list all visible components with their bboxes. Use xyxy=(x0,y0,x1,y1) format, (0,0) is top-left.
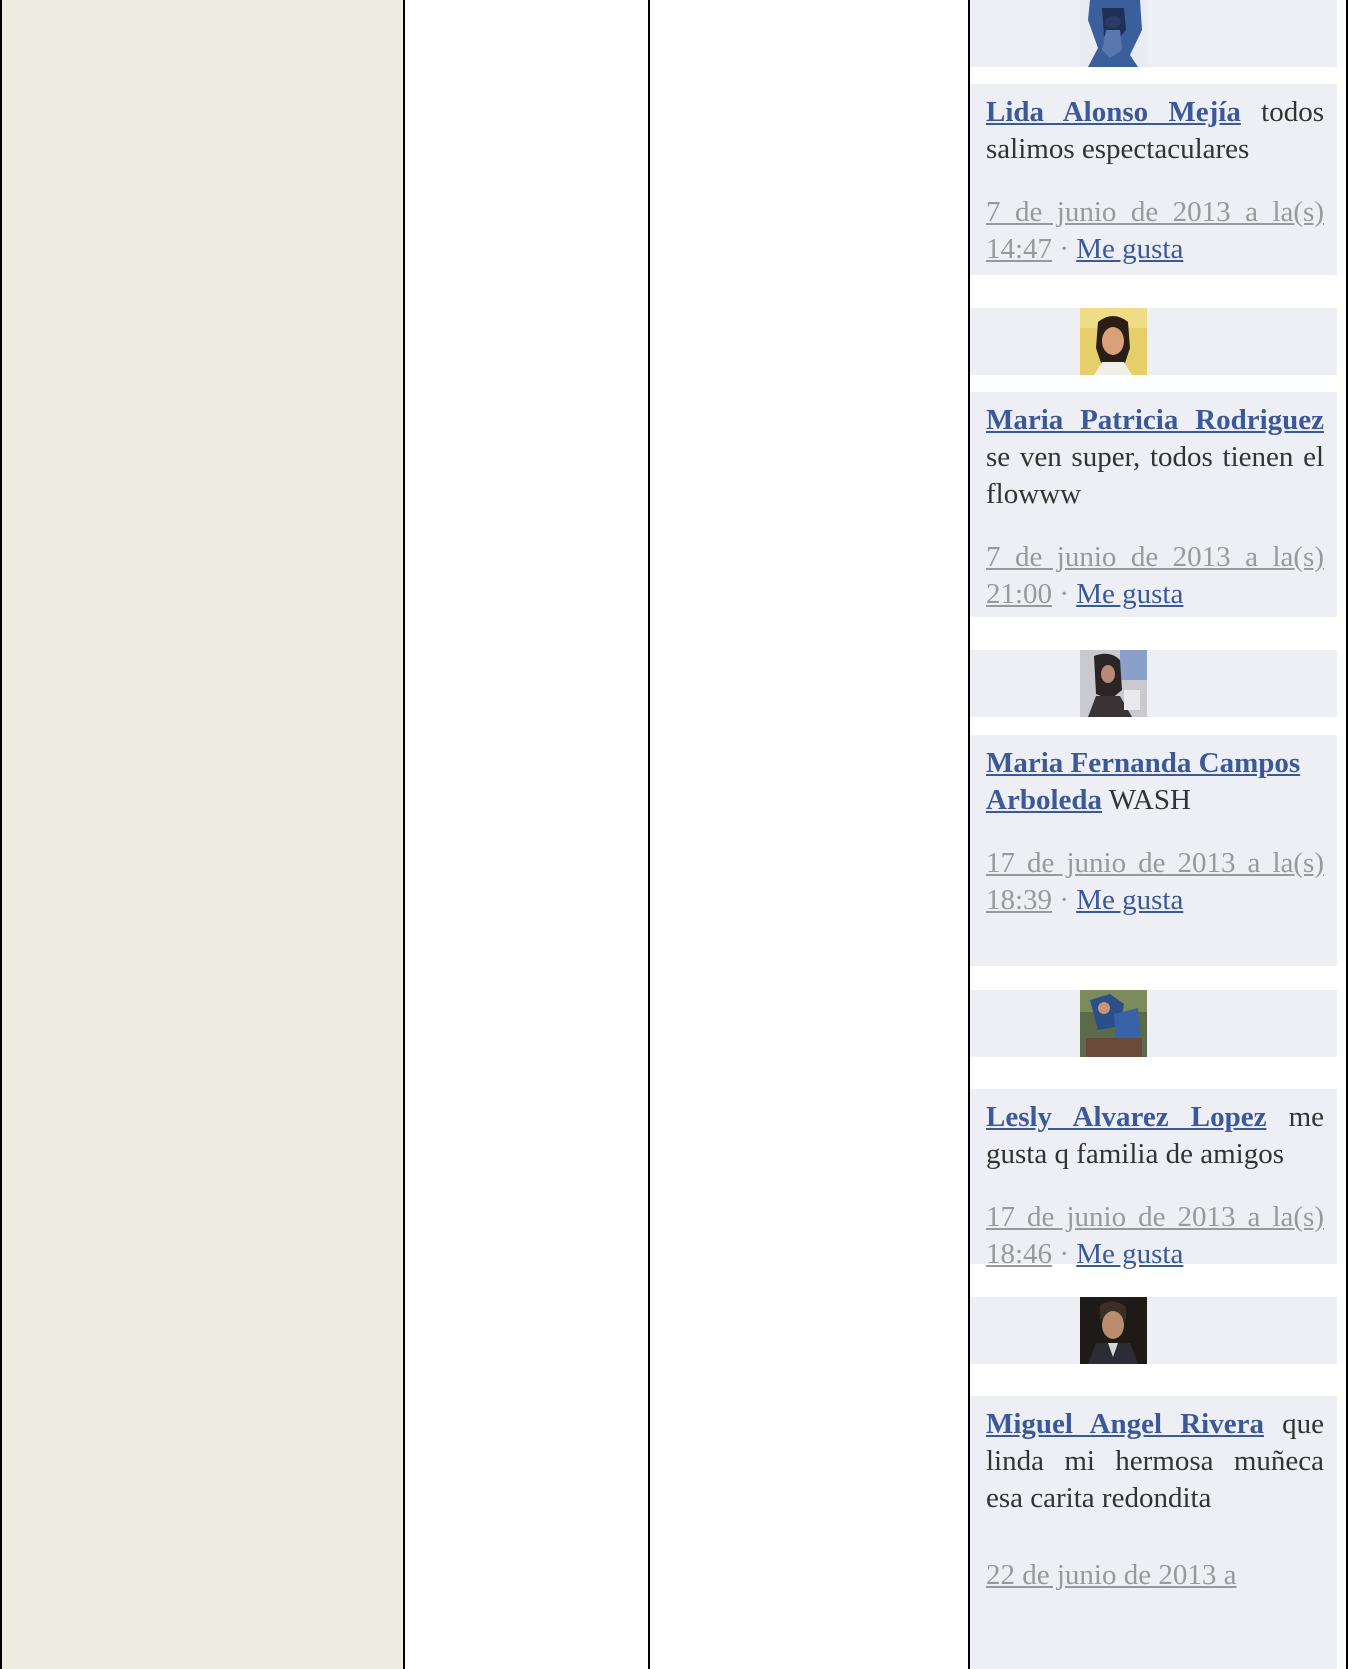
separator: · xyxy=(1052,884,1077,916)
comments-column: Lida Alonso Mejía todos salimos espectac… xyxy=(970,0,1348,1669)
separator: · xyxy=(1052,1238,1077,1270)
separator: · xyxy=(1052,233,1077,265)
user-avatar[interactable] xyxy=(1080,0,1147,67)
comment-author-link[interactable]: Maria Patricia Rodriguez xyxy=(986,404,1324,436)
comment-author-link[interactable]: Miguel Angel Rivera xyxy=(986,1408,1264,1440)
user-avatar[interactable] xyxy=(1080,1297,1147,1364)
comment-item: Lida Alonso Mejía todos salimos espectac… xyxy=(970,84,1337,275)
comment-item: Miguel Angel Rivera que linda mi hermosa… xyxy=(970,1396,1337,1669)
user-avatar[interactable] xyxy=(1080,308,1147,375)
comment-author-link[interactable]: Lesly Alvarez Lopez xyxy=(986,1101,1266,1133)
blank-column-2 xyxy=(405,0,650,1669)
avatar-row xyxy=(970,650,1337,717)
like-link[interactable]: Me gusta xyxy=(1076,233,1183,265)
comment-item: Lesly Alvarez Lopez me gusta q familia d… xyxy=(970,1089,1337,1270)
avatar-row xyxy=(970,0,1337,67)
blank-column-3 xyxy=(650,0,970,1669)
separator: · xyxy=(1052,578,1077,610)
like-link[interactable]: Me gusta xyxy=(1076,1238,1183,1270)
like-link[interactable]: Me gusta xyxy=(1076,884,1183,916)
avatar-row xyxy=(970,308,1337,375)
avatar-row xyxy=(970,1297,1337,1364)
comment-text: se ven super, todos tienen el flowww xyxy=(986,441,1324,510)
comment-timestamp[interactable]: 22 de junio de 2013 a xyxy=(986,1559,1236,1591)
left-column xyxy=(0,0,405,1669)
user-avatar[interactable] xyxy=(1080,990,1147,1057)
comment-item: Maria Fernanda Campos Arboleda WASH 17 d… xyxy=(970,735,1337,966)
avatar-row xyxy=(970,990,1337,1057)
comment-author-link[interactable]: Lida Alonso Mejía xyxy=(986,96,1241,128)
like-link[interactable]: Me gusta xyxy=(1076,578,1183,610)
page-table: Lida Alonso Mejía todos salimos espectac… xyxy=(0,0,1348,1669)
user-avatar[interactable] xyxy=(1080,650,1147,717)
comment-item: Maria Patricia Rodriguez se ven super, t… xyxy=(970,392,1337,617)
comment-text: WASH xyxy=(1102,784,1191,816)
